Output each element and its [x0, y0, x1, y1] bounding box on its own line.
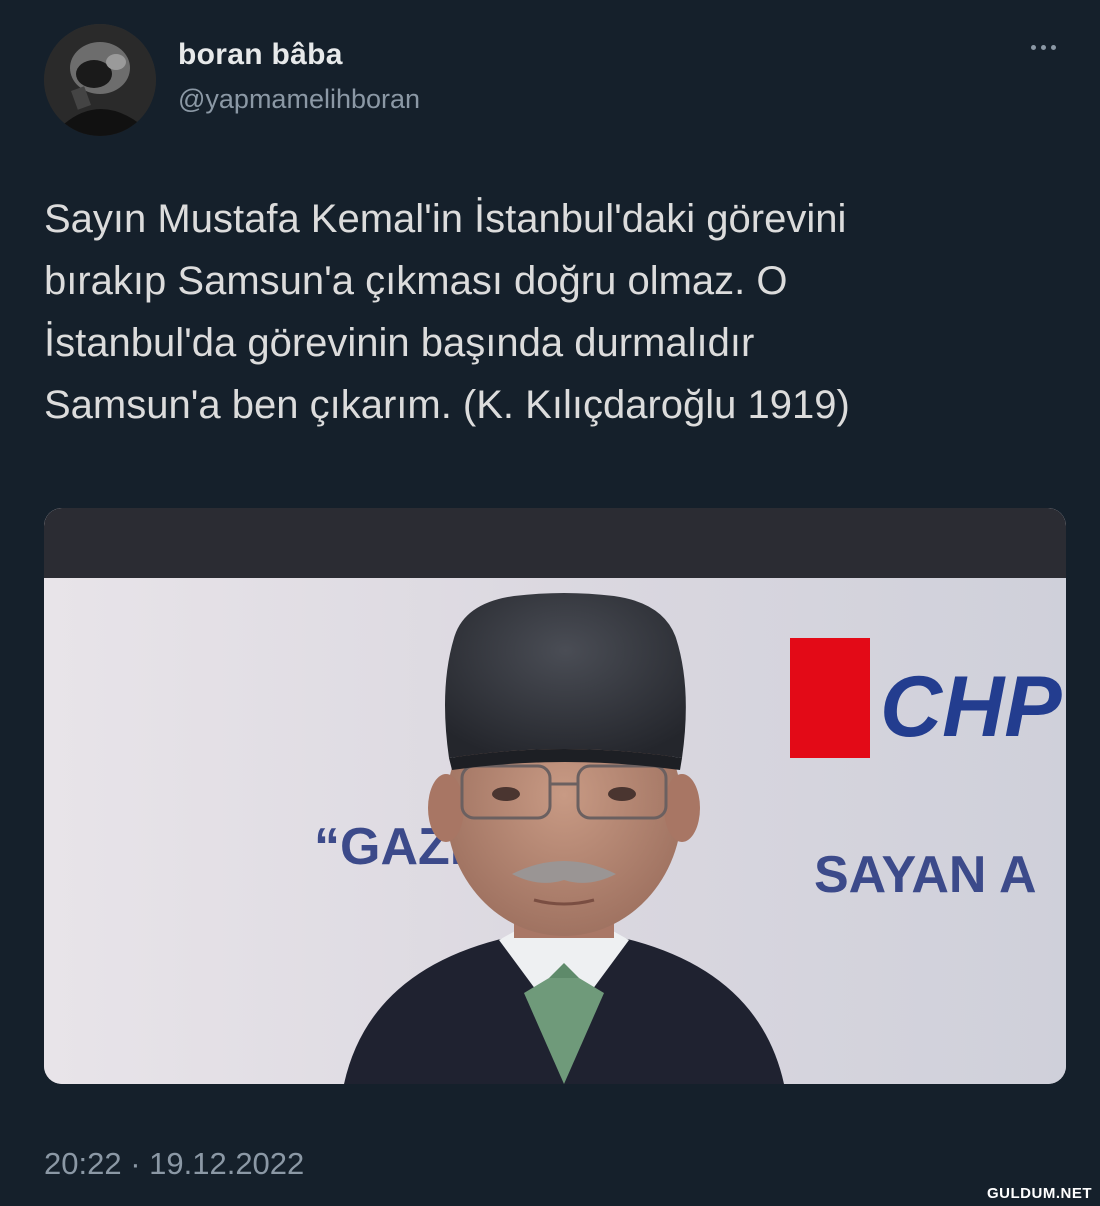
more-horizontal-icon[interactable]: [1018, 32, 1068, 62]
author-handle[interactable]: @yapmamelihboran: [178, 84, 420, 115]
tweet-text-line: Sayın Mustafa Kemal'in İstanbul'daki gör…: [44, 197, 847, 241]
tweet-text: Sayın Mustafa Kemal'in İstanbul'daki gör…: [44, 188, 1074, 436]
chp-logo-red-block: [790, 638, 870, 758]
tweet-text-line: bırakıp Samsun'a çıkması doğru olmaz. O: [44, 259, 788, 303]
tweet-media-image[interactable]: CHP “GAZİ SAYAN A: [44, 508, 1066, 1084]
banner-slogan-right: SAYAN A: [814, 846, 1037, 904]
avatar-photo: [44, 24, 156, 136]
author-display-name[interactable]: boran bâba: [178, 38, 343, 72]
more-dot: [1050, 44, 1056, 50]
more-dot: [1040, 44, 1046, 50]
more-dot: [1030, 44, 1036, 50]
media-photo: CHP “GAZİ SAYAN A: [44, 508, 1066, 1084]
watermark: GULDUM.NET: [987, 1185, 1092, 1202]
chp-logo-text: CHP: [880, 659, 1062, 755]
avatar[interactable]: [44, 24, 156, 136]
tweet-text-line: İstanbul'da görevinin başında durmalıdır: [44, 321, 755, 365]
tweet-text-line: Samsun'a ben çıkarım. (K. Kılıçdaroğlu 1…: [44, 383, 850, 427]
tweet-timestamp[interactable]: 20:22 · 19.12.2022: [44, 1146, 304, 1182]
